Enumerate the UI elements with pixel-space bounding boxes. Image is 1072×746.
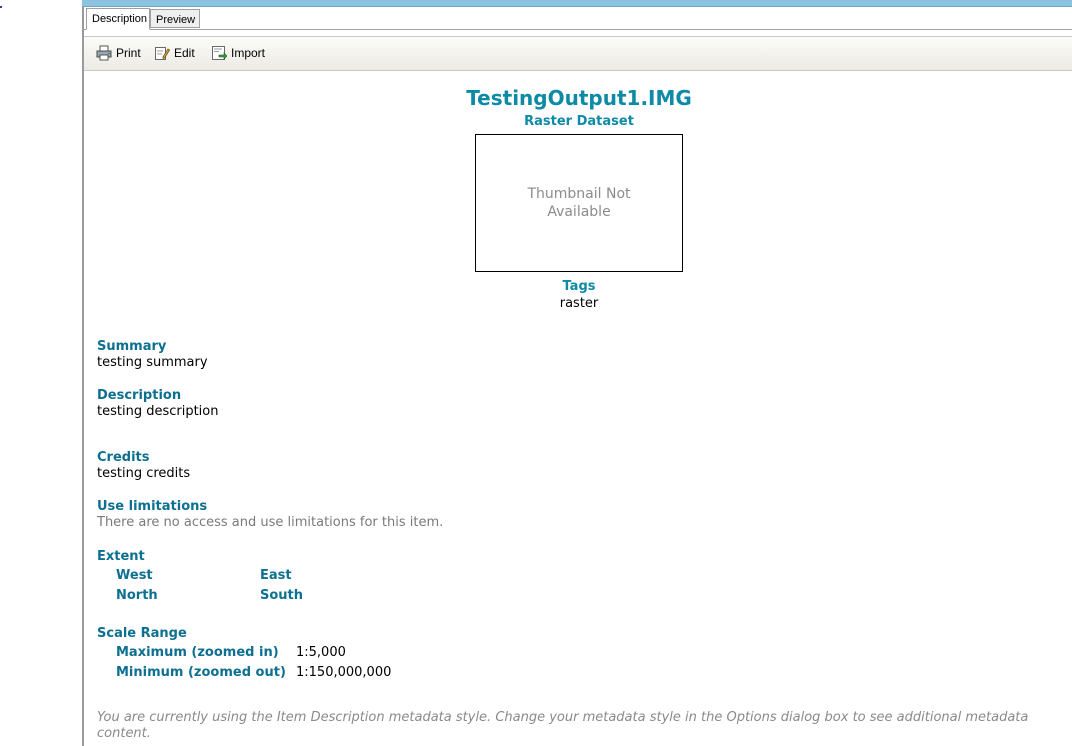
summary-heading: Summary [97,339,167,354]
extent-north: North [116,588,158,603]
tags-value: raster [559,296,599,311]
import-icon [212,46,227,60]
edit-label: Edit [174,46,195,60]
print-button[interactable]: Print [96,44,141,62]
tab-strip: Description Preview [84,7,1072,30]
extent-south: South [260,588,304,603]
import-button[interactable]: Import [211,44,265,62]
metadata-style-note: You are currently using the Item Descrip… [97,710,1029,741]
tab-preview[interactable]: Preview [150,9,200,28]
scale-max-value: 1:5,000 [296,645,346,660]
thumbnail-box: Thumbnail Not Available [475,134,683,272]
tags-heading: Tags [562,279,596,294]
summary-text: testing summary [97,355,208,370]
item-title: TestingOutput1.IMG [466,86,692,110]
extent-east: East [260,568,292,583]
print-label: Print [116,46,141,60]
credits-heading: Credits [97,450,150,465]
import-label: Import [231,46,266,60]
thumbnail-placeholder-text: Thumbnail Not Available [527,186,631,220]
toolbar: Print Edit Import [84,36,1072,71]
tab-description[interactable]: Description [86,8,150,30]
metadata-content: TestingOutput1.IMG Raster Dataset Thumbn… [84,70,1072,746]
scale-range-heading: Scale Range [97,626,187,641]
item-description-panel: Description Preview Print Edit Import Te… [82,7,1072,746]
use-limitations-heading: Use limitations [97,499,208,514]
use-limitations-text: There are no access and use limitations … [97,515,444,530]
scale-min-label: Minimum (zoomed out) [116,665,286,680]
left-margin [0,0,82,746]
extent-west: West [116,568,153,583]
credits-text: testing credits [97,466,191,481]
extent-heading: Extent [97,549,145,564]
printer-icon [96,45,112,61]
title-bar [82,0,1072,7]
scale-min-value: 1:150,000,000 [296,665,392,680]
marker-dot [0,6,2,8]
description-text: testing description [97,404,219,419]
scale-max-label: Maximum (zoomed in) [116,645,279,660]
item-type: Raster Dataset [524,114,634,129]
edit-button[interactable]: Edit [154,44,195,62]
description-heading: Description [97,388,182,403]
edit-icon [155,47,170,60]
